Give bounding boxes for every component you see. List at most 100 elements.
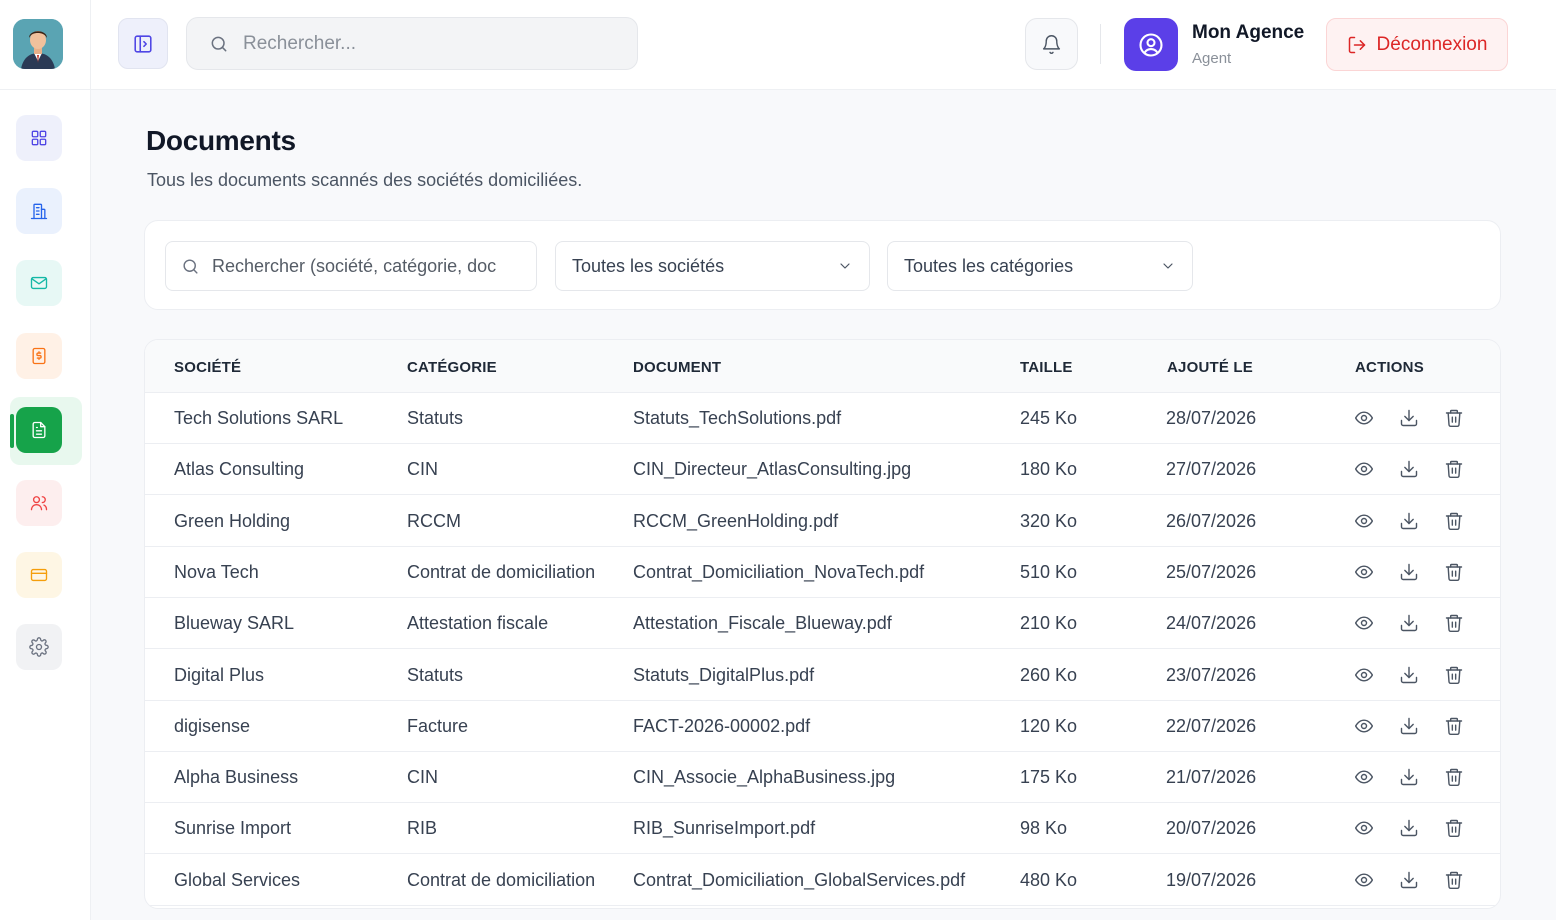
table-row[interactable]: Sunrise Import RIB RIB_SunriseImport.pdf 98… <box>145 803 1500 855</box>
cell-size: 510 Ko <box>1020 561 1078 582</box>
trash-icon <box>1445 461 1463 479</box>
delete-button[interactable] <box>1442 457 1466 481</box>
delete-button[interactable] <box>1442 560 1466 584</box>
document-search-input[interactable] <box>212 255 512 277</box>
column-header-company[interactable]: SOCIÉTÉ <box>174 359 241 376</box>
view-button[interactable] <box>1352 509 1376 533</box>
cell-size: 175 Ko <box>1020 767 1078 788</box>
cell-category: RIB <box>407 818 438 839</box>
download-icon <box>1400 614 1418 632</box>
delete-button[interactable] <box>1442 663 1466 687</box>
eye-icon <box>1354 719 1374 733</box>
sidebar-item-payments[interactable] <box>16 552 62 598</box>
cell-document: CIN_Directeur_AtlasConsulting.jpg <box>633 459 912 480</box>
download-button[interactable] <box>1397 714 1421 738</box>
view-button[interactable] <box>1352 663 1376 687</box>
delete-button[interactable] <box>1442 868 1466 892</box>
sidebar-item-companies[interactable] <box>16 188 62 234</box>
view-button[interactable] <box>1352 765 1376 789</box>
view-button[interactable] <box>1352 816 1376 840</box>
top-header: Mon Agence Agent Déconnexion <box>91 0 1556 90</box>
table-row[interactable]: Atlas Consulting CIN CIN_Directeur_AtlasCo… <box>145 444 1500 496</box>
delete-button[interactable] <box>1442 406 1466 430</box>
eye-icon <box>1354 770 1374 784</box>
cell-date: 24/07/2026 <box>1166 613 1257 634</box>
delete-button[interactable] <box>1442 765 1466 789</box>
table-row[interactable]: Alpha Business CIN CIN_Associe_AlphaBusine… <box>145 752 1500 804</box>
download-button[interactable] <box>1397 509 1421 533</box>
view-button[interactable] <box>1352 714 1376 738</box>
eye-icon <box>1354 565 1374 579</box>
download-icon <box>1400 768 1418 786</box>
trash-icon <box>1445 512 1463 530</box>
download-icon <box>1400 717 1418 735</box>
cell-document: RIB_SunriseImport.pdf <box>633 818 816 839</box>
view-button[interactable] <box>1352 868 1376 892</box>
notifications-button[interactable] <box>1025 18 1078 70</box>
sidebar-item-mail[interactable] <box>16 260 62 306</box>
sidebar-toggle-button[interactable] <box>118 18 168 69</box>
sidebar-item-users[interactable] <box>16 480 62 526</box>
download-button[interactable] <box>1397 406 1421 430</box>
sidebar-item-dashboard[interactable] <box>16 115 62 161</box>
global-search[interactable] <box>186 17 638 70</box>
download-button[interactable] <box>1397 765 1421 789</box>
cell-size: 210 Ko <box>1020 613 1078 634</box>
cell-category: Attestation fiscale <box>407 613 549 634</box>
delete-button[interactable] <box>1442 816 1466 840</box>
user-role: Agent <box>1192 50 1232 67</box>
table-row[interactable]: Blueway SARL Attestation fiscale Attestati… <box>145 598 1500 650</box>
view-button[interactable] <box>1352 457 1376 481</box>
sidebar-item-documents[interactable] <box>16 407 62 453</box>
download-button[interactable] <box>1397 663 1421 687</box>
table-row[interactable]: Digital Plus Statuts Statuts_DigitalPlus.p… <box>145 650 1500 701</box>
delete-button[interactable] <box>1442 509 1466 533</box>
eye-icon <box>1354 411 1374 425</box>
download-icon <box>1400 461 1418 478</box>
document-search[interactable] <box>165 241 537 291</box>
bell-icon <box>1042 34 1061 54</box>
global-search-input[interactable] <box>243 32 603 55</box>
download-button[interactable] <box>1397 611 1421 635</box>
table-row[interactable]: Nova Tech Contrat de domiciliation Contrat… <box>145 547 1500 598</box>
column-header-document[interactable]: DOCUMENT <box>633 359 721 376</box>
delete-button[interactable] <box>1442 714 1466 738</box>
download-button[interactable] <box>1397 868 1421 892</box>
download-button[interactable] <box>1397 560 1421 584</box>
table-row[interactable]: Green Holding RCCM RCCM_GreenHolding.pdf 32… <box>145 496 1500 547</box>
sidebar-item-invoices[interactable] <box>16 333 62 379</box>
table-row[interactable]: Global Services Contrat de domiciliation C… <box>145 855 1500 906</box>
cell-size: 98 Ko <box>1020 818 1068 839</box>
app-logo-avatar[interactable] <box>13 19 63 69</box>
dollar-doc-icon <box>32 347 46 365</box>
search-icon <box>183 258 198 274</box>
view-button[interactable] <box>1352 406 1376 430</box>
cell-size: 180 Ko <box>1020 459 1078 480</box>
delete-button[interactable] <box>1442 611 1466 635</box>
cell-company: Alpha Business <box>174 767 299 788</box>
view-button[interactable] <box>1352 611 1376 635</box>
table-row[interactable]: digisense Facture FACT-2026-00002.pdf 120 K… <box>145 701 1500 752</box>
logout-button[interactable]: Déconnexion <box>1326 18 1508 71</box>
column-header-category[interactable]: CATÉGORIE <box>407 359 497 376</box>
user-avatar[interactable] <box>1124 18 1178 71</box>
eye-icon <box>1354 514 1374 528</box>
sidebar-item-settings[interactable] <box>16 624 62 670</box>
cell-company: Global Services <box>174 869 301 890</box>
cell-size: 245 Ko <box>1020 408 1078 428</box>
cell-document: Contrat_Domiciliation_NovaTech.pdf <box>633 561 925 582</box>
view-button[interactable] <box>1352 560 1376 584</box>
eye-icon <box>1354 821 1374 835</box>
download-button[interactable] <box>1397 457 1421 481</box>
company-filter-select[interactable]: Toutes les sociétés <box>555 241 870 291</box>
cell-date: 27/07/2026 <box>1166 459 1257 480</box>
column-header-size[interactable]: TAILLE <box>1020 359 1073 376</box>
card-icon <box>30 568 48 582</box>
download-icon <box>1400 409 1418 427</box>
category-filter-select[interactable]: Toutes les catégories <box>887 241 1193 291</box>
table-row[interactable]: Tech Solutions SARL Statuts Statuts_TechSo… <box>145 393 1500 444</box>
sidebar <box>0 0 91 920</box>
nav-active-indicator <box>10 414 14 448</box>
panel-toggle-icon <box>134 34 152 53</box>
download-button[interactable] <box>1397 816 1421 840</box>
